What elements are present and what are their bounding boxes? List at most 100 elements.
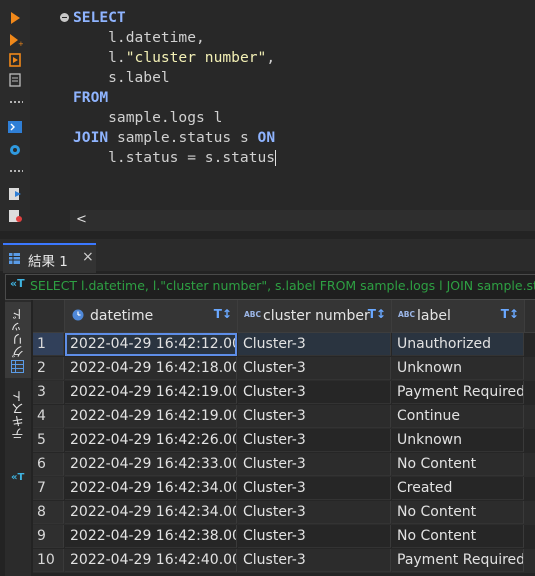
sql-text: s.label <box>73 69 170 86</box>
code-line[interactable]: l."cluster number", <box>73 48 276 68</box>
row-number[interactable]: 8 <box>33 501 64 524</box>
table-row[interactable]: 3 2022-04-29 16:42:19.000 Cluster-3 Payment… <box>33 381 535 405</box>
sql-keyword: ON <box>257 129 276 146</box>
table-row[interactable]: 1 2022-04-29 16:42:12.000 Cluster-3 Unautho… <box>33 333 535 357</box>
export-icon[interactable] <box>7 187 23 201</box>
sql-keyword: SELECT <box>73 9 126 26</box>
row-number[interactable]: 6 <box>33 453 64 476</box>
cell-cluster-number[interactable]: Cluster-3 <box>238 453 391 476</box>
sql-code-area[interactable]: SELECT l.datetime, l."cluster number", s… <box>73 8 277 168</box>
text-view-icon: «T <box>11 472 25 483</box>
filter-sql-icon: «T <box>10 277 25 290</box>
execute-statement-icon[interactable] <box>7 11 23 25</box>
cell-datetime[interactable]: 2022-04-29 16:42:19.000 <box>65 381 237 404</box>
cell-label[interactable]: No Content <box>392 501 524 524</box>
row-number[interactable]: 1 <box>33 333 64 356</box>
row-number-header[interactable] <box>33 300 65 332</box>
clock-icon <box>72 309 84 321</box>
column-name: cluster number <box>263 308 370 324</box>
cell-label[interactable]: Continue <box>392 405 524 428</box>
horizontal-scrollbar[interactable]: < <box>70 210 535 231</box>
row-number[interactable]: 9 <box>33 525 64 548</box>
scroll-left-icon[interactable]: < <box>76 212 87 227</box>
code-line[interactable]: s.label <box>73 68 276 88</box>
column-name: label <box>417 308 451 324</box>
cell-label[interactable]: No Content <box>392 525 524 548</box>
tab-results-1[interactable]: 結果 1 × <box>3 243 96 273</box>
cell-cluster-number[interactable]: Cluster-3 <box>238 477 391 500</box>
cell-label[interactable]: Payment Required <box>392 381 524 404</box>
table-row[interactable]: 6 2022-04-29 16:42:33.000 Cluster-3 No Cont… <box>33 453 535 477</box>
code-line[interactable]: sample.logs l <box>73 108 276 128</box>
row-number[interactable]: 4 <box>33 405 64 428</box>
settings-gear-icon[interactable] <box>7 143 23 157</box>
cell-cluster-number[interactable]: Cluster-3 <box>238 525 391 548</box>
explain-plan-icon[interactable] <box>7 73 23 87</box>
execute-in-new-tab-icon[interactable]: + <box>7 33 23 47</box>
filter-bar[interactable]: «T SELECT l.datetime, l."cluster number"… <box>5 274 535 300</box>
toolbar-separator <box>9 170 23 172</box>
tab-grid-view[interactable]: グリッド <box>5 302 31 378</box>
column-header-datetime[interactable]: datetime T↕ <box>65 300 238 332</box>
cell-label[interactable]: Created <box>392 477 524 500</box>
sql-string: "cluster number" <box>125 49 267 66</box>
cell-cluster-number[interactable]: Cluster-3 <box>238 381 391 404</box>
cell-datetime[interactable]: 2022-04-29 16:42:26.000 <box>65 429 237 452</box>
cell-label[interactable]: Unknown <box>392 429 524 452</box>
sql-text: sample.status s <box>108 129 258 146</box>
editor-toolbar: + <box>0 0 30 231</box>
cell-datetime[interactable]: 2022-04-29 16:42:12.000 <box>65 333 237 356</box>
filter-query-text[interactable]: SELECT l.datetime, l."cluster number", s… <box>30 278 535 293</box>
row-number[interactable]: 7 <box>33 477 64 500</box>
table-row[interactable]: 2 2022-04-29 16:42:18.000 Cluster-3 Unknown <box>33 357 535 381</box>
results-grid[interactable]: datetime T↕ ABC cluster number T↕ ABC la… <box>33 300 535 576</box>
row-number[interactable]: 5 <box>33 429 64 452</box>
close-icon[interactable]: × <box>82 249 94 265</box>
console-icon[interactable] <box>7 120 23 134</box>
cell-datetime[interactable]: 2022-04-29 16:42:34.000 <box>65 501 237 524</box>
column-header-cluster-number[interactable]: ABC cluster number T↕ <box>238 300 392 332</box>
column-header-label[interactable]: ABC label T↕ <box>392 300 525 332</box>
table-row[interactable]: 4 2022-04-29 16:42:19.000 Cluster-3 Continu… <box>33 405 535 429</box>
delete-file-icon[interactable] <box>7 209 23 223</box>
string-type-icon: ABC <box>244 310 262 319</box>
cell-datetime[interactable]: 2022-04-29 16:42:18.000 <box>65 357 237 380</box>
table-row[interactable]: 7 2022-04-29 16:42:34.000 Cluster-3 Created <box>33 477 535 501</box>
row-number[interactable]: 10 <box>33 549 64 572</box>
cell-label[interactable]: Payment Required <box>392 549 524 572</box>
cell-datetime[interactable]: 2022-04-29 16:42:34.000 <box>65 477 237 500</box>
fold-collapse-icon[interactable] <box>60 13 69 22</box>
sort-filter-icon[interactable]: T↕ <box>214 307 232 321</box>
table-grid-icon <box>9 253 20 264</box>
code-line[interactable]: SELECT <box>73 8 276 28</box>
table-row[interactable]: 8 2022-04-29 16:42:34.000 Cluster-3 No Cont… <box>33 501 535 525</box>
row-number[interactable]: 2 <box>33 357 64 380</box>
sort-filter-icon[interactable]: T↕ <box>368 307 386 321</box>
cell-datetime[interactable]: 2022-04-29 16:42:40.000 <box>65 549 237 572</box>
cell-cluster-number[interactable]: Cluster-3 <box>238 501 391 524</box>
code-line[interactable]: FROM <box>73 88 276 108</box>
cell-cluster-number[interactable]: Cluster-3 <box>238 333 391 356</box>
cell-datetime[interactable]: 2022-04-29 16:42:19.000 <box>65 405 237 428</box>
cell-datetime[interactable]: 2022-04-29 16:42:33.000 <box>65 453 237 476</box>
cell-cluster-number[interactable]: Cluster-3 <box>238 405 391 428</box>
cell-label[interactable]: Unauthorized <box>392 333 524 356</box>
cell-cluster-number[interactable]: Cluster-3 <box>238 429 391 452</box>
cell-cluster-number[interactable]: Cluster-3 <box>238 357 391 380</box>
sql-text: l.datetime, <box>73 29 205 46</box>
code-line[interactable]: JOIN sample.status s ON <box>73 128 276 148</box>
cell-label[interactable]: Unknown <box>392 357 524 380</box>
table-row[interactable]: 9 2022-04-29 16:42:38.000 Cluster-3 No Cont… <box>33 525 535 549</box>
row-number[interactable]: 3 <box>33 381 64 404</box>
tab-text-view[interactable]: テキスト «T <box>5 384 31 494</box>
table-row[interactable]: 10 2022-04-29 16:42:40.000 Cluster-3 Paymen… <box>33 549 535 573</box>
code-line[interactable]: l.datetime, <box>73 28 276 48</box>
sql-editor[interactable]: + SELECT l.datetime, l."cluster number",… <box>0 0 535 231</box>
execute-script-icon[interactable] <box>7 53 23 67</box>
code-line[interactable]: l.status = s.status <box>73 148 277 168</box>
cell-datetime[interactable]: 2022-04-29 16:42:38.000 <box>65 525 237 548</box>
cell-label[interactable]: No Content <box>392 453 524 476</box>
sort-filter-icon[interactable]: T↕ <box>501 307 519 321</box>
cell-cluster-number[interactable]: Cluster-3 <box>238 549 391 572</box>
table-row[interactable]: 5 2022-04-29 16:42:26.000 Cluster-3 Unknown <box>33 429 535 453</box>
